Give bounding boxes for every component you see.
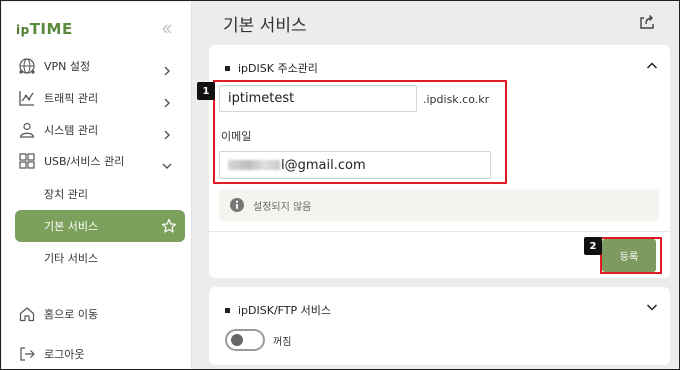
hostname-input[interactable]: iptimetest [219,85,417,112]
ipdisk-section-title: ipDISK 주소관리 [225,60,318,76]
domain-suffix: .ipdisk.co.kr [423,93,490,106]
sidebar-item-label: 홈으로 이동 [44,308,99,321]
sidebar-item-logout[interactable]: 로그아웃 [2,338,192,369]
bullet [225,307,230,313]
globe-network-icon [18,57,36,75]
star-icon[interactable] [161,218,177,234]
chevron-right-icon [162,61,172,76]
chevron-down-icon[interactable] [646,298,658,311]
sidebar-item-label: 트래픽 관리 [44,92,99,105]
app-frame: ipTIME VPN 설정 트래픽 관리 시스템 관리 USB/서비스 관리 장… [0,0,680,370]
divider [209,231,670,232]
ftp-section-title: ipDISK/FTP 서비스 [225,302,331,318]
chevron-right-icon [162,125,172,140]
sidebar-item-traffic[interactable]: 트래픽 관리 [2,82,192,114]
sidebar-subitem-label: 장치 관리 [44,188,88,201]
collapse-sidebar-icon[interactable] [160,22,174,36]
sidebar-subitem-other[interactable]: 기타 서비스 [2,243,192,273]
chevron-right-icon [162,93,172,108]
grid-icon [18,152,36,170]
sidebar-item-vpn[interactable]: VPN 설정 [2,50,192,82]
home-icon [18,305,36,323]
sidebar-item-system[interactable]: 시스템 관리 [2,114,192,146]
export-icon[interactable] [638,13,656,31]
page-title: 기본 서비스 [223,16,307,36]
sidebar-item-usb-services[interactable]: USB/서비스 관리 [2,145,192,177]
logout-icon [18,345,36,363]
chart-icon [18,89,36,107]
sidebar-subitem-basic-services[interactable]: 기본 서비스 [15,210,185,242]
toggle-label: 꺼짐 [273,337,292,348]
sidebar-item-label: USB/서비스 관리 [44,155,125,168]
sidebar: ipTIME VPN 설정 트래픽 관리 시스템 관리 USB/서비스 관리 장… [2,2,192,369]
sidebar-item-label: 로그아웃 [44,348,85,361]
email-label: 이메일 [221,130,252,143]
user-gear-icon [18,121,36,139]
status-text: 설정되지 않음 [253,202,312,213]
bullet [225,65,230,71]
register-button[interactable]: 등록 [602,239,656,272]
status-box: 설정되지 않음 [219,189,659,221]
chevron-up-icon[interactable] [646,57,658,69]
logo: ipTIME [16,20,73,38]
sidebar-subitem-label: 기본 서비스 [44,220,99,233]
sidebar-item-label: VPN 설정 [44,60,91,73]
step-marker-1: 1 [197,82,215,100]
toggle-knob [231,334,243,346]
sidebar-item-label: 시스템 관리 [44,124,99,137]
email-input[interactable]: l@gmail.com [219,151,491,179]
ftp-card: ipDISK/FTP 서비스 꺼짐 [209,287,670,365]
sidebar-item-home[interactable]: 홈으로 이동 [2,298,192,330]
sidebar-subitem-label: 기타 서비스 [44,252,99,265]
ftp-toggle[interactable] [225,329,265,351]
redacted-text [228,160,280,170]
sidebar-subitem-device[interactable]: 장치 관리 [2,179,192,209]
step-marker-2: 2 [584,237,602,255]
info-icon [229,197,245,213]
chevron-down-icon [162,156,172,169]
